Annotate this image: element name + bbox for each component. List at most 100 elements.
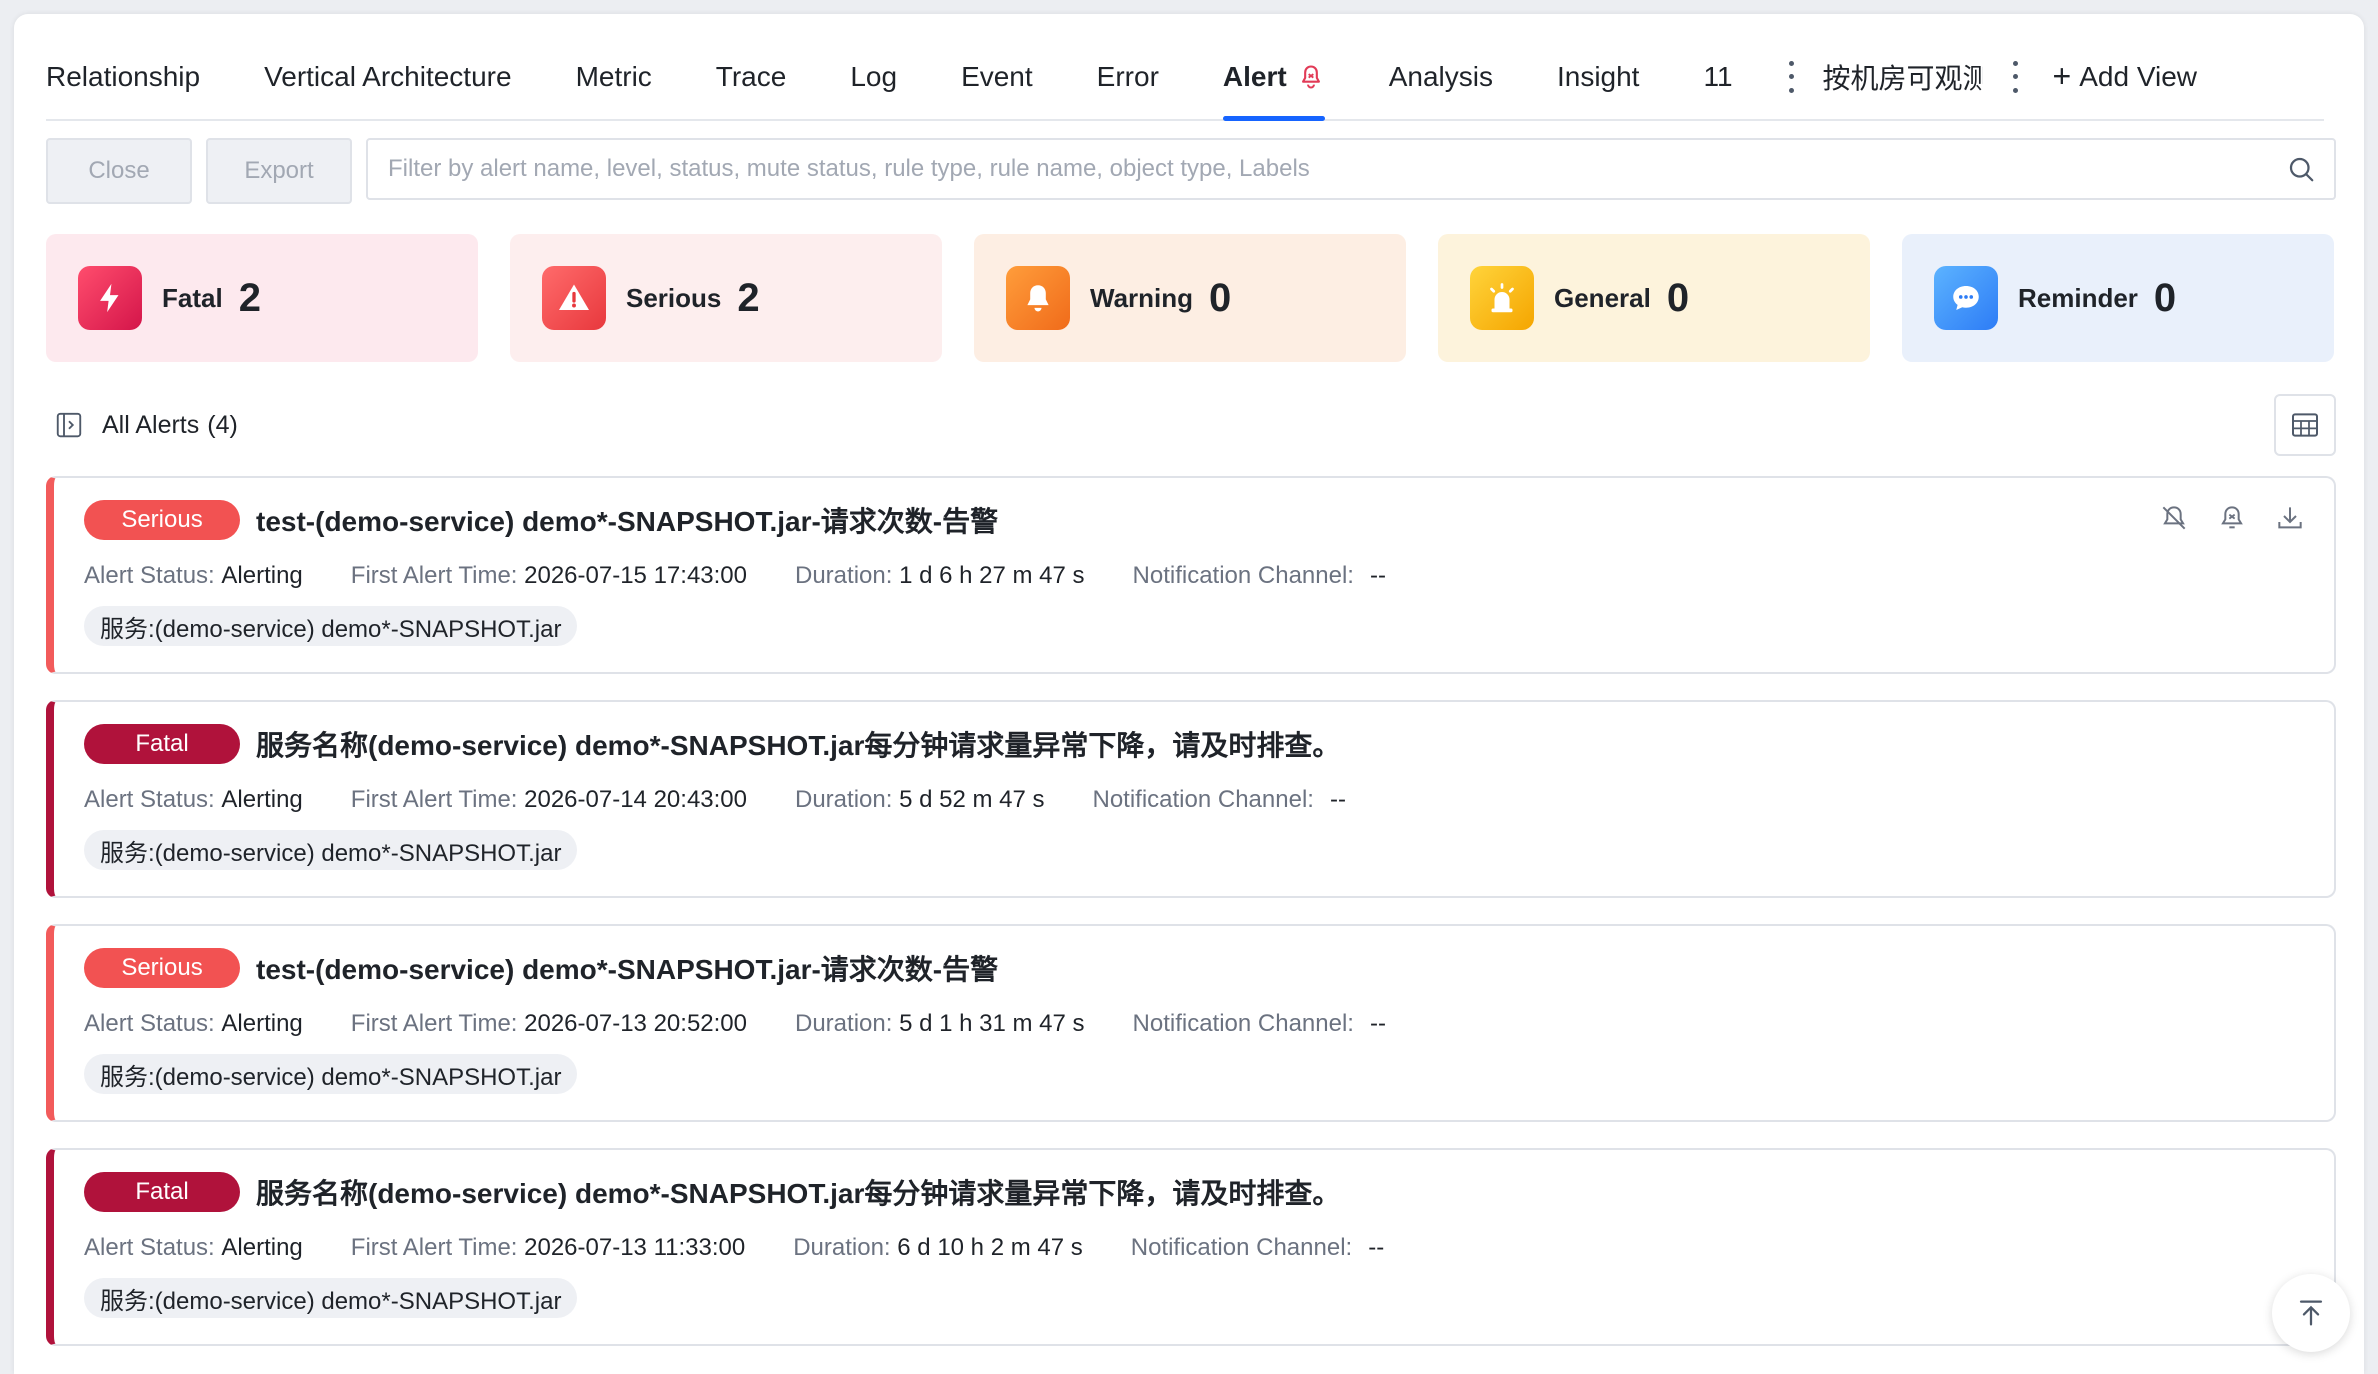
tab-label: Log [850, 60, 898, 92]
plus-icon: + [2052, 58, 2072, 94]
export-button[interactable]: Export [206, 138, 352, 204]
chat-bubble-icon [1934, 266, 1998, 330]
tab-log[interactable]: Log [850, 34, 897, 119]
duration-value: 5 d 1 h 31 m 47 s [899, 1010, 1085, 1037]
alert-title[interactable]: 服务名称(demo-service) demo*-SNAPSHOT.jar每分钟… [256, 724, 1340, 764]
tab-label: Insight [1556, 60, 1640, 92]
search-input[interactable] [386, 154, 2286, 184]
summary-card-serious[interactable]: Serious 2 [510, 234, 942, 362]
tab-analysis[interactable]: Analysis [1389, 34, 1493, 119]
alert-bell-icon[interactable] [2216, 502, 2248, 534]
summary-count: 2 [238, 275, 261, 320]
status-value: Alerting [221, 562, 303, 589]
alert-list-header: All Alerts (4) [54, 410, 238, 440]
list-count: (4) [207, 410, 238, 439]
tab-trace[interactable]: Trace [716, 34, 787, 119]
back-to-top-button[interactable] [2272, 1274, 2350, 1352]
alert-title[interactable]: 服务名称(demo-service) demo*-SNAPSHOT.jar每分钟… [256, 1172, 1340, 1212]
arrow-up-icon [2299, 1300, 2323, 1326]
channel-label: Notification Channel: [1132, 562, 1354, 589]
add-view-button[interactable]: + Add View [2053, 58, 2197, 95]
level-badge: Serious [84, 500, 240, 540]
tab-label: Event [961, 60, 1033, 92]
lightning-icon [78, 266, 142, 330]
alert-meta: Alert Status: Alerting First Alert Time:… [84, 1234, 1384, 1262]
tab-custom-view[interactable]: 按机房可观测 [1823, 57, 1983, 97]
alarm-light-icon [1470, 266, 1534, 330]
status-value: Alerting [221, 1010, 303, 1037]
summary-card-general[interactable]: General 0 [1438, 234, 1870, 362]
alert-card[interactable]: Fatal 服务名称(demo-service) demo*-SNAPSHOT.… [46, 1148, 2336, 1346]
alert-meta: Alert Status: Alerting First Alert Time:… [84, 562, 1386, 590]
channel-value: -- [1369, 562, 1386, 589]
status-label: Alert Status: [84, 562, 215, 589]
tab-label: Vertical Architecture [264, 60, 512, 92]
tab-label: Alert [1222, 60, 1287, 92]
download-icon[interactable] [2274, 502, 2306, 534]
duration-label: Duration: [795, 562, 893, 589]
summary-label: Serious [626, 282, 722, 313]
object-tag[interactable]: 服务:(demo-service) demo*-SNAPSHOT.jar [84, 830, 578, 870]
summary-count: 2 [737, 275, 760, 320]
tab-event[interactable]: Event [961, 34, 1033, 119]
channel-label: Notification Channel: [1132, 1010, 1354, 1037]
channel-label: Notification Channel: [1130, 1234, 1353, 1261]
alert-meta: Alert Status: Alerting First Alert Time:… [84, 786, 1346, 814]
first-time-value: 2026-07-13 20:52:00 [524, 1010, 747, 1037]
tab-more-count[interactable]: 11 [1703, 34, 1732, 119]
status-value: Alerting [221, 1234, 303, 1261]
list-title: All Alerts [102, 410, 200, 439]
status-value: Alerting [221, 786, 303, 813]
close-button[interactable]: Close [46, 138, 192, 204]
summary-count: 0 [1209, 275, 1232, 320]
alert-card[interactable]: Serious test-(demo-service) demo*-SNAPSH… [46, 476, 2336, 674]
summary-label: Warning [1090, 282, 1194, 313]
first-time-label: First Alert Time: [350, 562, 518, 589]
add-view-label: Add View [2079, 60, 2198, 92]
level-badge: Fatal [84, 724, 240, 764]
tab-label: Trace [715, 60, 787, 92]
summary-card-fatal[interactable]: Fatal 2 [46, 234, 478, 362]
tab-relationship[interactable]: Relationship [46, 34, 200, 119]
summary-count: 0 [2153, 275, 2177, 320]
tab-label: Analysis [1388, 60, 1493, 92]
summary-card-warning[interactable]: Warning 0 [974, 234, 1406, 362]
main-panel: Relationship Vertical Architecture Metri… [14, 14, 2364, 1374]
alert-title[interactable]: test-(demo-service) demo*-SNAPSHOT.jar-请… [256, 948, 998, 988]
object-tag[interactable]: 服务:(demo-service) demo*-SNAPSHOT.jar [84, 606, 578, 646]
object-tag[interactable]: 服务:(demo-service) demo*-SNAPSHOT.jar [84, 1054, 578, 1094]
channel-label: Notification Channel: [1092, 786, 1314, 813]
sidebar-toggle-icon[interactable] [54, 410, 84, 440]
table-view-button[interactable] [2274, 394, 2336, 456]
summary-count: 0 [1666, 275, 1690, 320]
tab-metric[interactable]: Metric [576, 34, 652, 119]
alert-card[interactable]: Fatal 服务名称(demo-service) demo*-SNAPSHOT.… [46, 700, 2336, 898]
alert-card[interactable]: Serious test-(demo-service) demo*-SNAPSH… [46, 924, 2336, 1122]
alert-title[interactable]: test-(demo-service) demo*-SNAPSHOT.jar-请… [256, 500, 998, 540]
more-vertical-icon[interactable] [2011, 60, 2021, 93]
mute-icon[interactable] [2158, 502, 2190, 534]
summary-card-reminder[interactable]: Reminder 0 [1902, 234, 2334, 362]
channel-value: -- [1369, 1010, 1386, 1037]
object-tag[interactable]: 服务:(demo-service) demo*-SNAPSHOT.jar [84, 1278, 578, 1318]
level-badge: Serious [84, 948, 240, 988]
tab-error[interactable]: Error [1097, 34, 1159, 119]
level-badge: Fatal [84, 1172, 240, 1212]
duration-value: 6 d 10 h 2 m 47 s [897, 1234, 1083, 1261]
table-icon [2292, 413, 2318, 437]
status-label: Alert Status: [84, 786, 215, 813]
tab-insight[interactable]: Insight [1557, 34, 1640, 119]
first-time-value: 2026-07-13 11:33:00 [524, 1234, 746, 1261]
tab-vertical-architecture[interactable]: Vertical Architecture [264, 34, 511, 119]
tab-alert[interactable]: Alert [1222, 34, 1325, 121]
tab-label: Metric [575, 60, 652, 92]
more-vertical-icon[interactable] [1787, 60, 1797, 93]
search-icon[interactable] [2286, 154, 2316, 184]
duration-value: 5 d 52 m 47 s [899, 786, 1045, 813]
hidden-tab-count: 11 [1703, 60, 1733, 92]
view-tabs: Relationship Vertical Architecture Metri… [46, 34, 2324, 121]
first-time-value: 2026-07-15 17:43:00 [524, 562, 747, 589]
first-time-label: First Alert Time: [350, 1234, 518, 1261]
duration-label: Duration: [795, 786, 893, 813]
duration-label: Duration: [795, 1010, 893, 1037]
